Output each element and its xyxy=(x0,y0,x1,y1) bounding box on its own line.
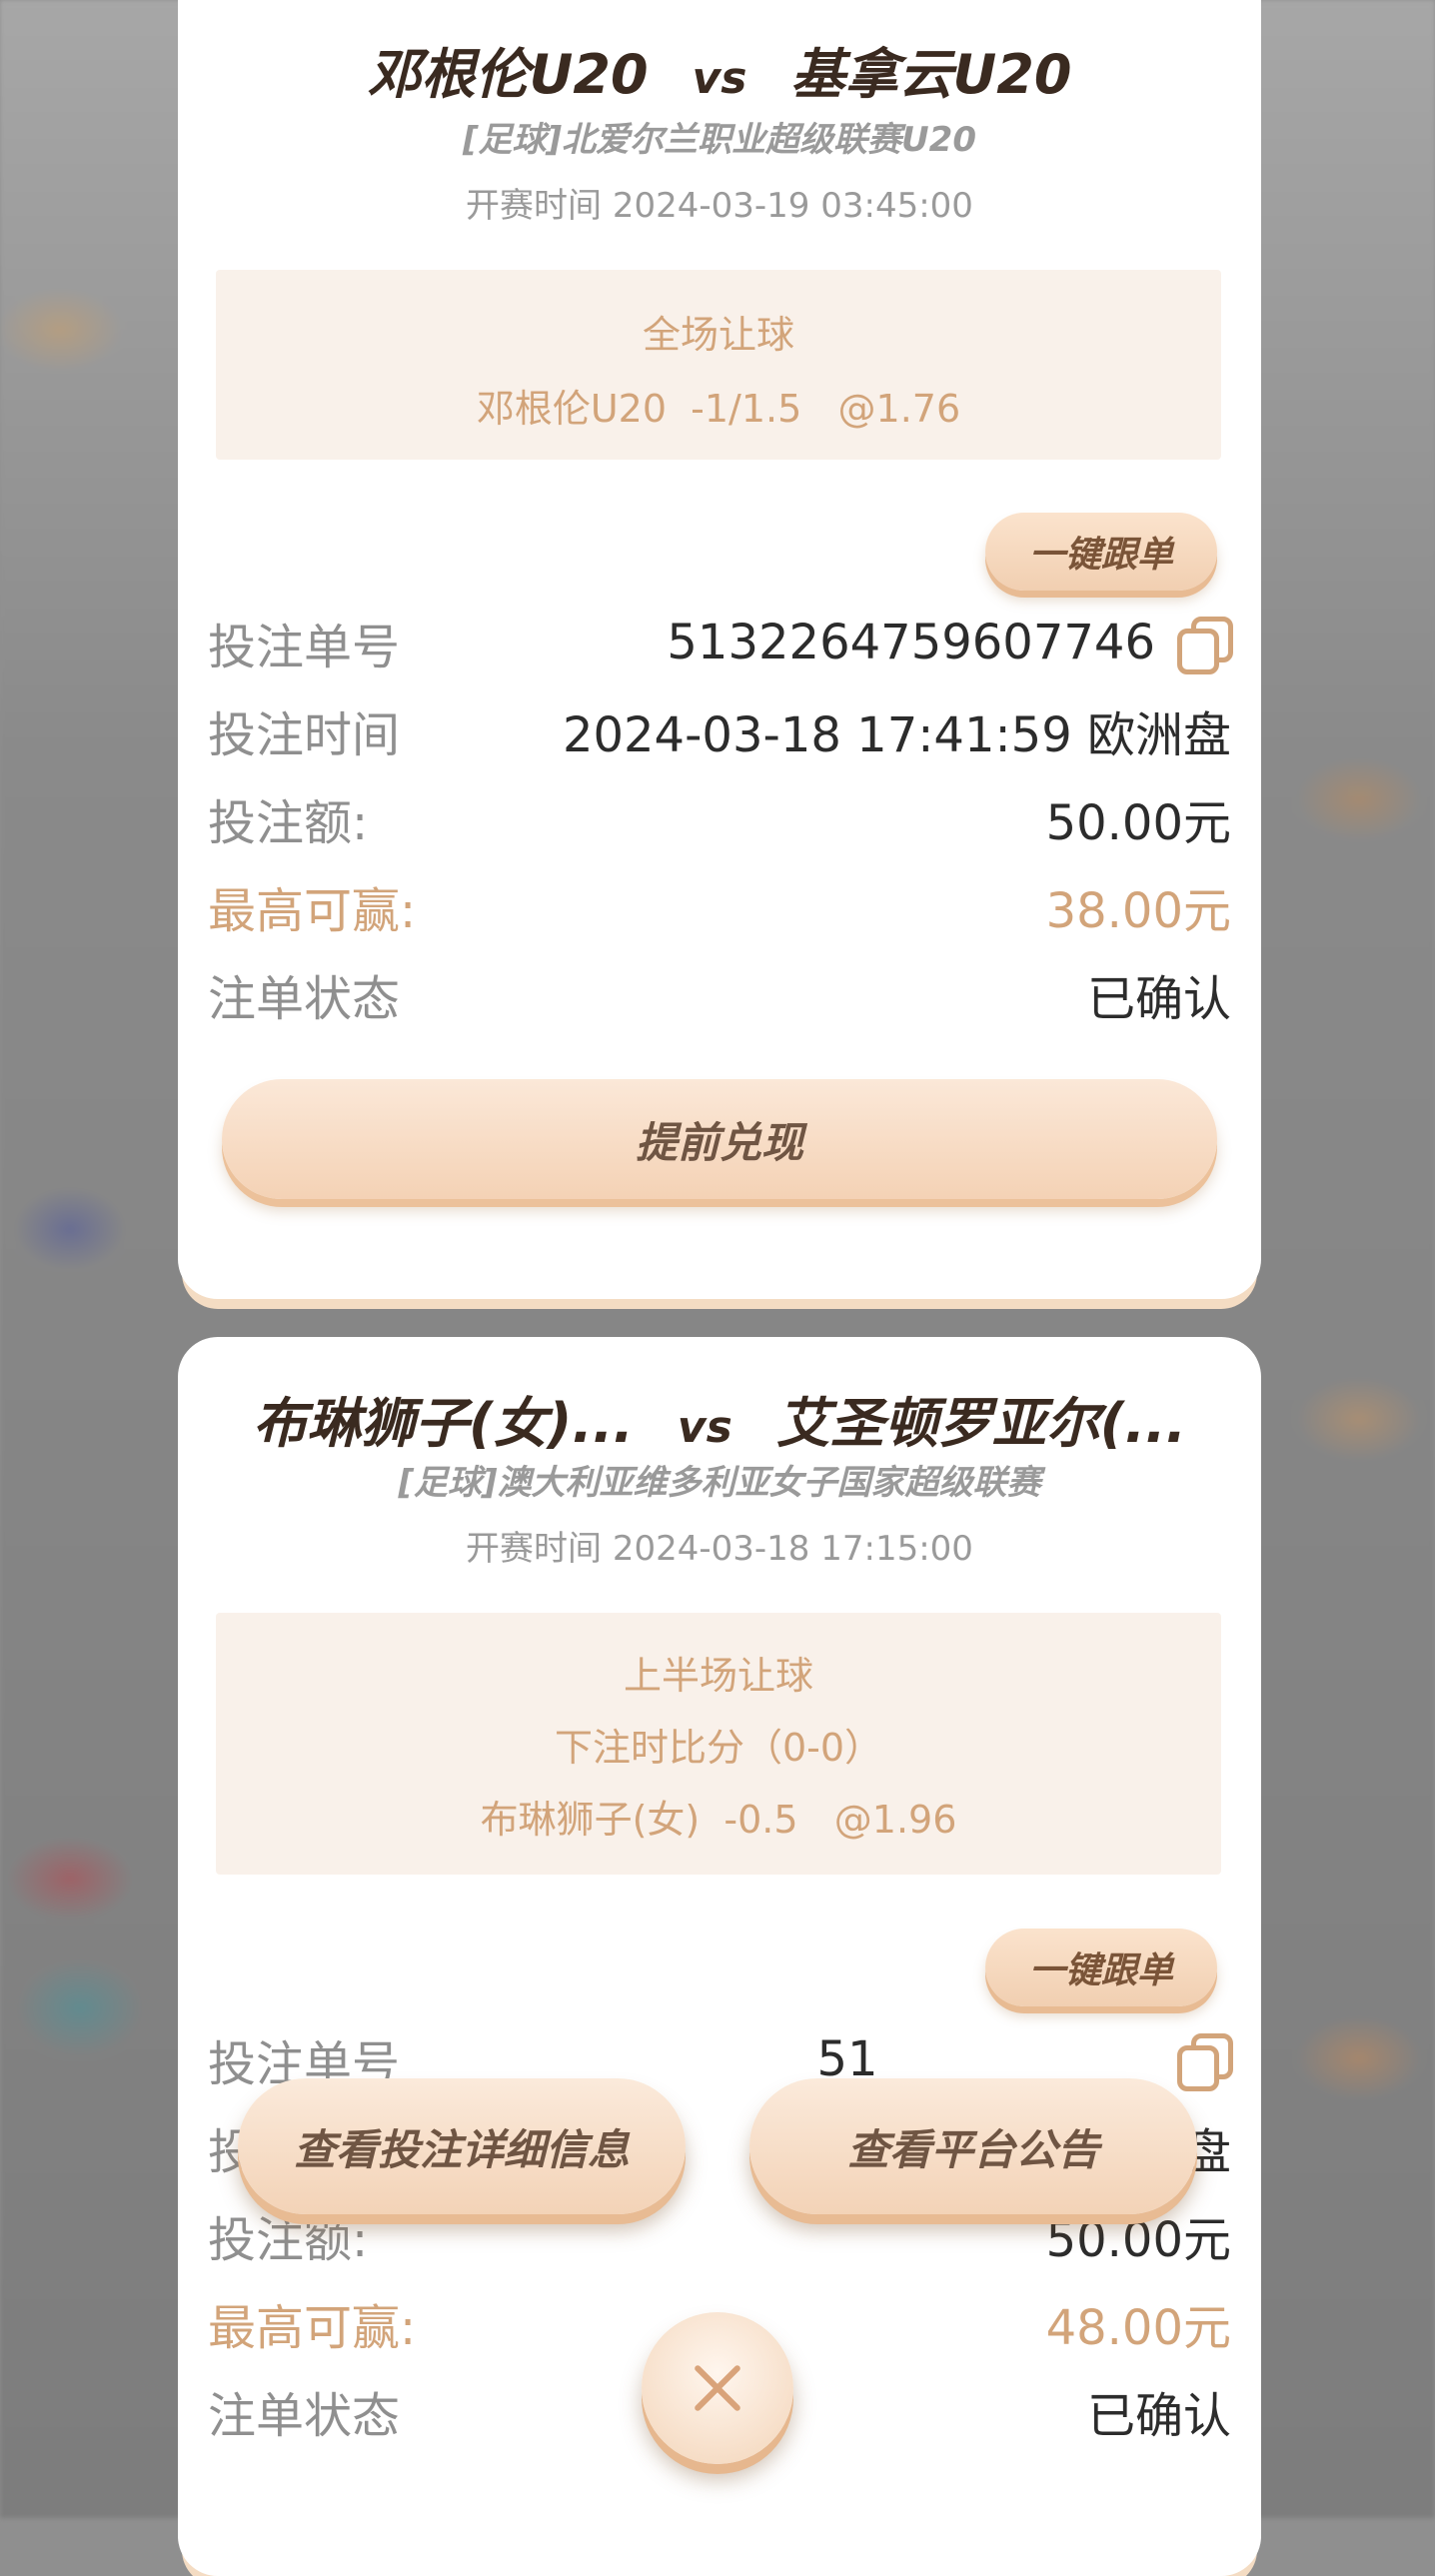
order-no-row: 投注单号 5132264759607746 xyxy=(208,608,1233,677)
bet-card: 邓根伦U20 vs 基拿云U20 [足球]北爱尔兰职业超级联赛U20 开赛时间 20… xyxy=(178,0,1261,1299)
start-time: 开赛时间 2024-03-18 17:15:00 xyxy=(466,1529,973,1569)
cashout-button[interactable]: 提前兑现 xyxy=(222,1079,1217,1199)
status-row: 注单状态 已确认 xyxy=(208,959,1231,1029)
bet-selection-box: 全场让球 邓根伦U20 -1/1.5 @1.76 xyxy=(216,270,1221,460)
follow-bet-button[interactable]: 一键跟单 xyxy=(985,1929,1217,2006)
away-team: 基拿云U20 xyxy=(790,43,1072,106)
max-win-value: 48.00元 xyxy=(1045,2300,1231,2356)
max-win-row: 最高可赢: 38.00元 xyxy=(208,871,1231,941)
away-team: 艾圣顿罗亚尔(... xyxy=(775,1392,1186,1455)
order-no-label: 投注单号 xyxy=(208,620,401,675)
home-team: 邓根伦U20 xyxy=(367,43,649,106)
status-value: 已确认 xyxy=(1086,2388,1231,2444)
bet-time-label: 投注时间 xyxy=(208,707,401,763)
bet-selection-box: 上半场让球 下注时比分（0-0） 布琳狮子(女) -0.5 @1.96 xyxy=(216,1613,1221,1875)
status-value: 已确认 xyxy=(1086,971,1231,1027)
vs-label: vs xyxy=(692,53,747,104)
max-win-label: 最高可赢: xyxy=(208,883,417,939)
market-type: 全场让球 xyxy=(642,313,794,357)
home-team: 布琳狮子(女)... xyxy=(252,1392,634,1455)
bet-amount-row: 投注额: 50.00元 xyxy=(208,783,1231,853)
order-no-value: 5132264759607746 xyxy=(667,615,1155,670)
start-time: 开赛时间 2024-03-19 03:45:00 xyxy=(466,186,973,226)
bet-amount-label: 投注额: xyxy=(208,795,369,851)
league-name: [足球]北爱尔兰职业超级联赛U20 xyxy=(462,120,976,160)
match-title: 布琳狮子(女)... vs 艾圣顿罗亚尔(... xyxy=(178,1379,1261,1458)
bet-time-value: 2024-03-18 17:41:59 欧洲盘 xyxy=(562,707,1231,763)
follow-bet-button[interactable]: 一键跟单 xyxy=(985,513,1217,591)
close-icon[interactable] xyxy=(642,2312,793,2464)
status-label: 注单状态 xyxy=(208,2388,401,2444)
market-type: 上半场让球 xyxy=(623,1654,813,1698)
view-platform-notice-button[interactable]: 查看平台公告 xyxy=(749,2078,1197,2214)
max-win-label: 最高可赢: xyxy=(208,2300,417,2356)
bet-time-row: 投注时间 2024-03-18 17:41:59 欧洲盘 xyxy=(208,695,1231,765)
league-name: [足球]澳大利亚维多利亚女子国家超级联赛 xyxy=(398,1463,1041,1503)
copy-icon[interactable] xyxy=(1175,615,1233,674)
selection-odds: 邓根伦U20 -1/1.5 @1.76 xyxy=(476,387,961,431)
max-win-value: 38.00元 xyxy=(1045,883,1231,939)
score-at-bet: 下注时比分（0-0） xyxy=(554,1726,883,1770)
match-title: 邓根伦U20 vs 基拿云U20 xyxy=(178,30,1261,109)
vs-label: vs xyxy=(677,1402,732,1453)
copy-icon[interactable] xyxy=(1175,2031,1233,2091)
view-bet-details-button[interactable]: 查看投注详细信息 xyxy=(238,2078,686,2214)
bet-amount-value: 50.00元 xyxy=(1045,795,1231,851)
status-label: 注单状态 xyxy=(208,971,401,1027)
selection-odds: 布琳狮子(女) -0.5 @1.96 xyxy=(480,1798,957,1842)
